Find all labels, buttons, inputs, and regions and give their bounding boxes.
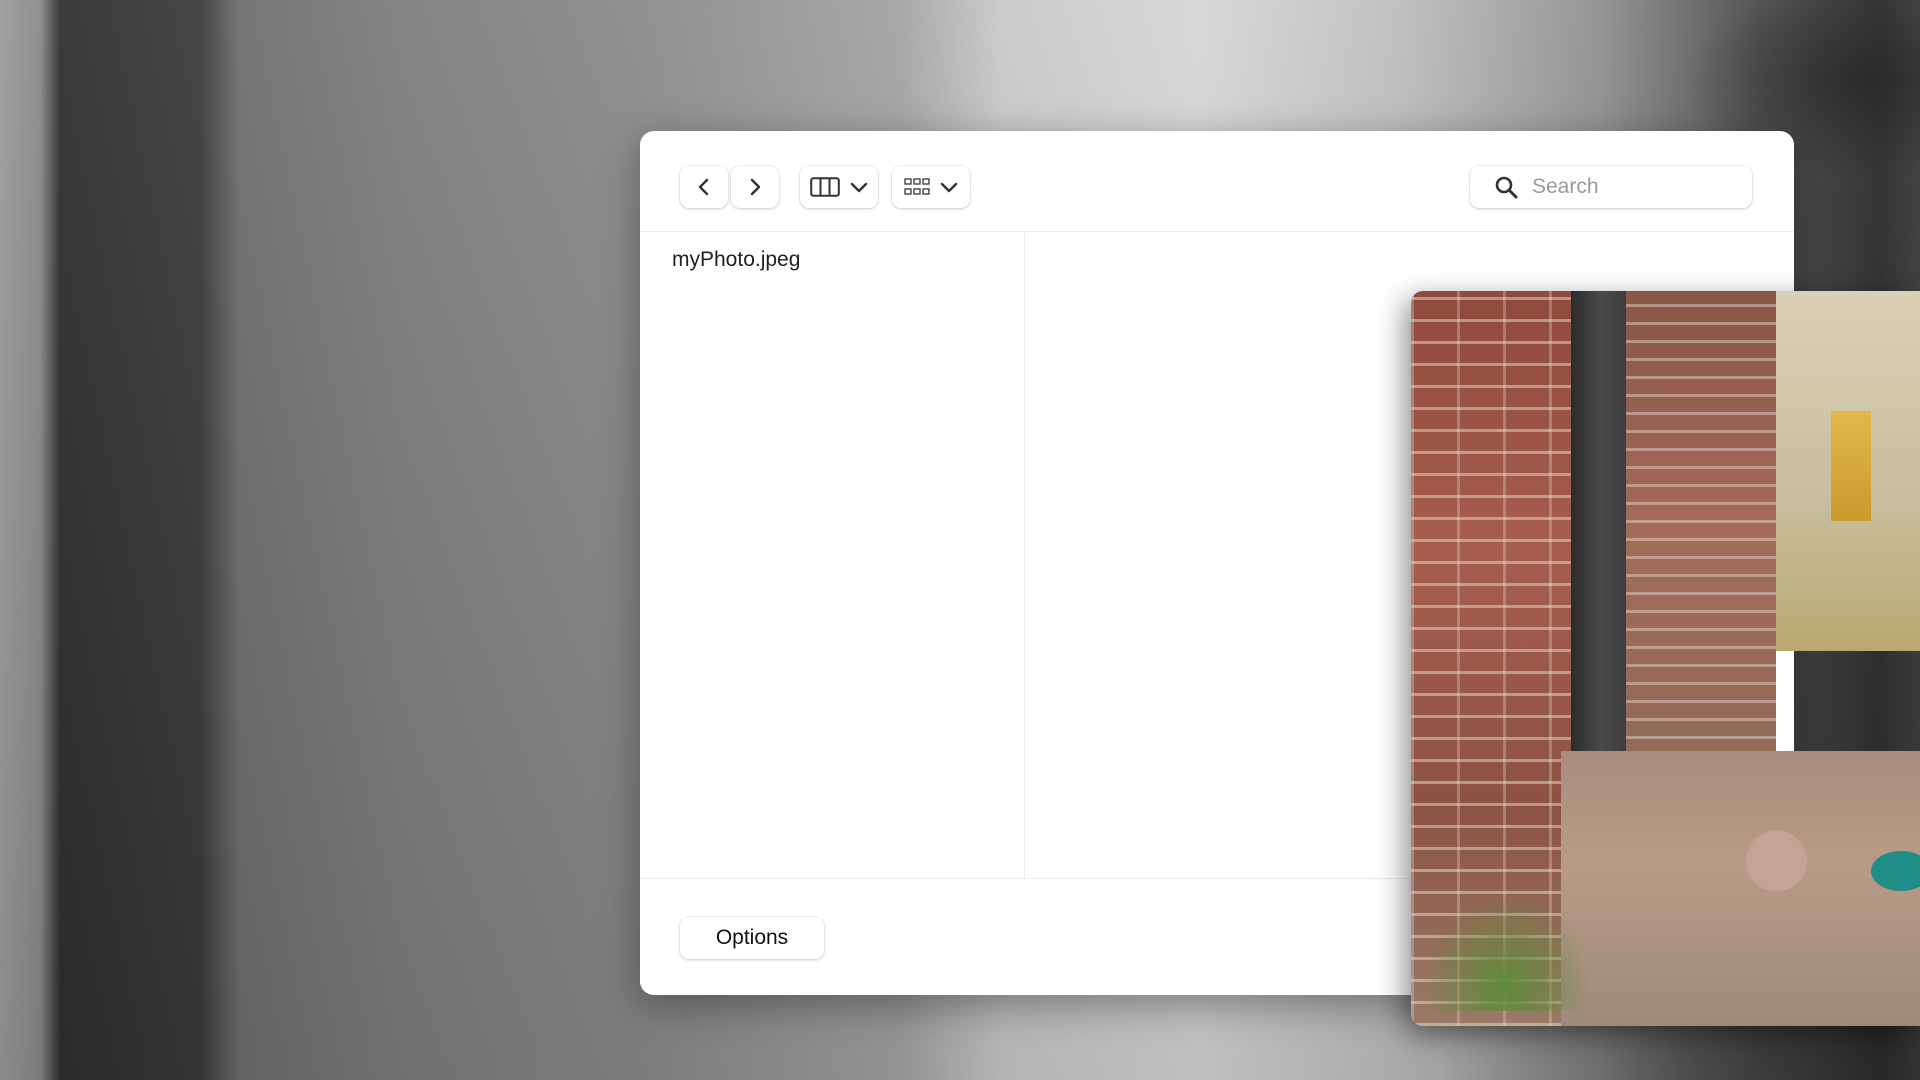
search-icon — [1495, 176, 1518, 199]
group-mode-button[interactable] — [892, 166, 970, 208]
photo-preview-image[interactable] — [1411, 291, 1920, 1026]
chevron-down-icon — [940, 182, 958, 193]
photo-content — [1411, 291, 1920, 1026]
file-item[interactable]: myPhoto.jpeg — [672, 248, 800, 272]
grid-icon — [904, 178, 930, 195]
chevron-left-icon — [698, 178, 709, 196]
options-button[interactable]: Options — [680, 917, 824, 959]
chevron-right-icon — [750, 178, 761, 196]
columns-icon — [810, 177, 840, 197]
search-field[interactable] — [1470, 166, 1752, 208]
back-button[interactable] — [680, 166, 728, 208]
forward-button[interactable] — [731, 166, 779, 208]
dialog-toolbar — [640, 131, 1794, 232]
search-input[interactable] — [1530, 174, 1734, 200]
view-mode-button[interactable] — [800, 166, 878, 208]
chevron-down-icon — [850, 182, 868, 193]
